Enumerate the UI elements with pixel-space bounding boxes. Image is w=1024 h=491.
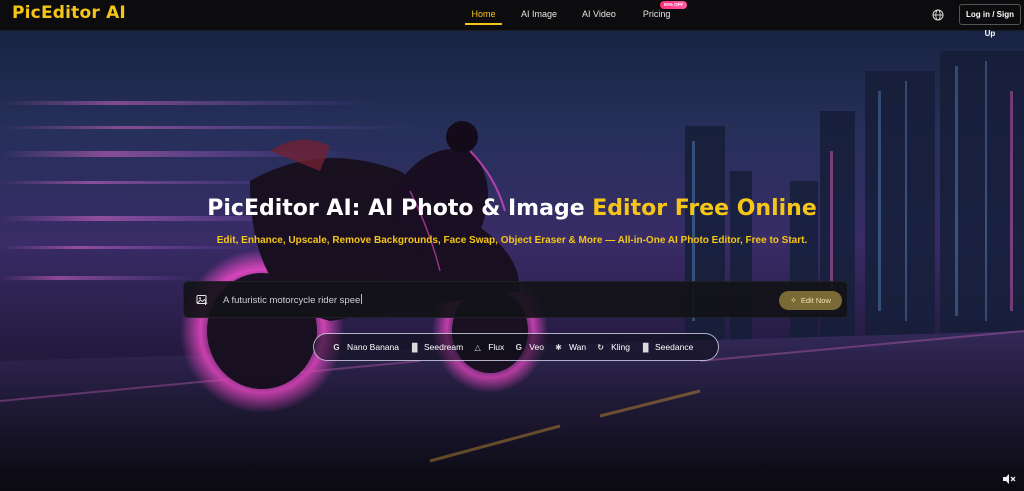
bars-icon: ▐▌: [409, 342, 421, 352]
page-title: PicEditor AI: AI Photo & Image Editor Fr…: [0, 196, 1024, 221]
title-white: PicEditor AI: AI Photo & Image: [207, 196, 593, 221]
logo[interactable]: PicEditor AI: [12, 3, 126, 23]
model-veo[interactable]: G Veo: [514, 342, 544, 352]
nav-pricing-label: Pricing: [642, 9, 671, 19]
sparkle-icon: ✧: [790, 296, 797, 305]
prompt-input[interactable]: A futuristic motorcycle rider spee: [223, 294, 363, 306]
prompt-bar: A futuristic motorcycle rider spee ✧ Edit…: [183, 281, 848, 318]
image-upload-icon[interactable]: [196, 294, 208, 306]
nav-links: Home AI Image AI Video Pricing 50% OFF: [465, 0, 688, 31]
model-flux[interactable]: △ Flux: [473, 342, 505, 352]
triangle-icon: △: [474, 342, 481, 352]
discount-badge: 50% OFF: [659, 1, 688, 9]
edit-now-label: Edit Now: [800, 296, 831, 305]
globe-icon[interactable]: [932, 9, 944, 21]
nav-pricing[interactable]: Pricing 50% OFF: [642, 0, 688, 25]
model-seedance[interactable]: ▐▌ Seedance: [640, 342, 693, 352]
model-kling[interactable]: ↻ Kling: [596, 342, 630, 352]
hero-section: PicEditor AI: AI Photo & Image Editor Fr…: [0, 31, 1024, 491]
model-nano-banana[interactable]: G Nano Banana: [332, 342, 399, 352]
bars-icon: ▐▌: [640, 342, 652, 352]
edit-now-button[interactable]: ✧ Edit Now: [779, 291, 842, 310]
login-signup-button[interactable]: Log in / Sign Up: [959, 4, 1021, 38]
nav-ai-image[interactable]: AI Image: [521, 0, 557, 25]
model-selector: G Nano Banana ▐▌ Seedream △ Flux G Veo ✱ Wan …: [313, 333, 719, 361]
prompt-input-value: A futuristic motorcycle rider spee: [223, 295, 361, 306]
top-nav: PicEditor AI Home AI Image AI Video Pric…: [0, 0, 1024, 38]
speaker-muted-icon[interactable]: [1002, 473, 1016, 485]
title-yellow: Editor Free Online: [592, 196, 817, 221]
google-icon: G: [333, 342, 340, 352]
swirl-icon: ✱: [555, 342, 562, 352]
spiral-icon: ↻: [597, 342, 604, 352]
model-wan[interactable]: ✱ Wan: [554, 342, 586, 352]
page-subtitle: Edit, Enhance, Upscale, Remove Backgroun…: [216, 235, 808, 246]
nav-home[interactable]: Home: [465, 0, 502, 25]
google-icon: G: [515, 342, 522, 352]
model-seedream[interactable]: ▐▌ Seedream: [409, 342, 463, 352]
nav-ai-video[interactable]: AI Video: [582, 0, 616, 25]
